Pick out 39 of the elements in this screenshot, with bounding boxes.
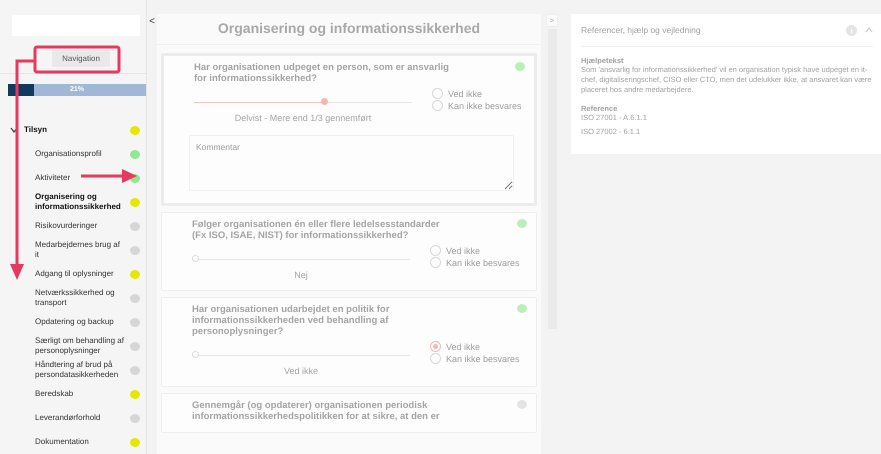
nav-item[interactable]: Opdatering og backup xyxy=(35,317,114,327)
nav-item[interactable]: Organisationsprofil xyxy=(35,149,102,159)
comment-field[interactable]: Kommentar xyxy=(189,135,514,191)
radio-button[interactable] xyxy=(432,88,443,99)
question-text: Har organisationen udarbejdet en politik for informationssikkerheden ved behandling af personoplysninger? xyxy=(192,304,390,337)
chevron-down-icon[interactable] xyxy=(10,127,18,133)
nav-item[interactable]: Risikovurderinger xyxy=(35,221,98,231)
radio-button[interactable] xyxy=(430,341,441,352)
info-icon[interactable] xyxy=(846,24,857,36)
nav-item[interactable]: Aktiviteter xyxy=(35,173,70,183)
nav-item[interactable]: Medarbejdernes brug af it xyxy=(35,240,124,260)
nav-item[interactable]: Særligt om behandling af personoplysninger xyxy=(35,336,124,356)
question-text: Gennemgår (og opdaterer) organisationen periodisk informationssikkerhedspolitikken for at sikre, at den er xyxy=(192,400,441,422)
radio-button[interactable] xyxy=(432,100,443,111)
nav-item[interactable]: Organisering og informationssikkerhed xyxy=(35,192,124,212)
nav-item[interactable]: Adgang til oplysninger xyxy=(35,269,114,279)
page-title: Organisering og informationssikkerhed xyxy=(157,14,541,45)
navigation-tab[interactable]: Navigation xyxy=(52,50,110,67)
question-text: Har organisationen udpeget en person, som er ansvarlig for informationssikkerhed? xyxy=(194,62,450,84)
question-text: Følger organisationen én eller flere ledelsesstandarder (Fx ISO, ISAE, NIST) for informationssikkerhed? xyxy=(192,219,441,241)
slider-thumb[interactable] xyxy=(320,98,328,105)
radio-button[interactable] xyxy=(430,245,441,256)
nav-item[interactable]: Leverandørforhold xyxy=(35,413,100,423)
slider-value: Ved ikke xyxy=(282,366,320,376)
radio-button[interactable] xyxy=(430,353,441,364)
slider-thumb[interactable] xyxy=(192,255,199,262)
annotation-arrow xyxy=(81,169,137,183)
nav-item[interactable]: Netværkssikkerhed og transport xyxy=(35,288,124,308)
slider-thumb[interactable] xyxy=(192,351,199,358)
slider-value: Nej xyxy=(293,270,309,280)
panel-title: Referencer, hjælp og vejledning xyxy=(581,25,702,35)
slider-value: Delvist - Mere end 1/3 gennemført xyxy=(234,113,372,123)
radio-button[interactable] xyxy=(430,257,441,268)
chevron-up-icon[interactable] xyxy=(865,27,873,33)
nav-item[interactable]: Beredskab xyxy=(35,389,74,399)
nav-item[interactable]: Tilsyn xyxy=(24,125,47,135)
collapse-left-button[interactable]: < xyxy=(149,16,155,27)
nav-item[interactable]: Dokumentation xyxy=(35,437,89,447)
nav-item[interactable]: Håndtering af brud på persondatasikkerheden xyxy=(35,360,124,380)
